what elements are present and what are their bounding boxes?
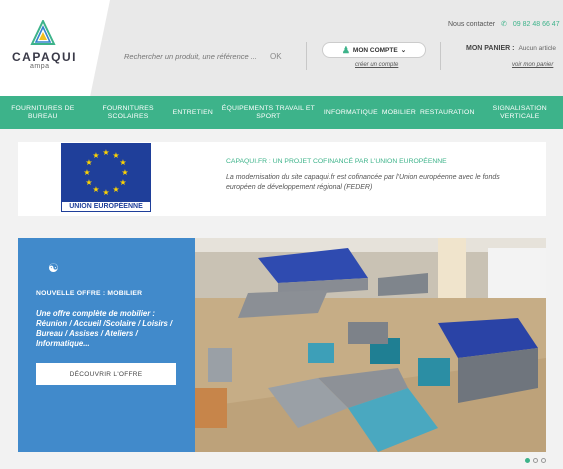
- nav-item-restauration[interactable]: RESTAURATION: [418, 109, 477, 117]
- carousel-dot-1[interactable]: [525, 458, 530, 463]
- logo-subtitle: ampa: [30, 63, 50, 70]
- main-nav: FOURNITURES DE BUREAU FOURNITURES SCOLAI…: [0, 96, 563, 129]
- nav-item-fournitures-scolaires[interactable]: FOURNITURES SCOLAIRES: [86, 105, 171, 121]
- cart-status: Aucun article: [518, 45, 557, 52]
- svg-text:★: ★: [102, 148, 109, 157]
- hero-slider: ☯ NOUVELLE OFFRE : MOBILIER Une offre co…: [18, 238, 546, 452]
- carousel-dots: [525, 458, 546, 463]
- divider: [306, 42, 307, 70]
- my-account-button[interactable]: ♟ MON COMPTE ⌄: [322, 42, 426, 58]
- svg-text:★: ★: [121, 168, 128, 177]
- cart-summary: MON PANIER : Aucun article: [466, 45, 556, 52]
- svg-text:★: ★: [112, 185, 119, 194]
- nav-item-fournitures-bureau[interactable]: FOURNITURES DE BUREAU: [0, 105, 86, 121]
- carousel-dot-3[interactable]: [541, 458, 546, 463]
- svg-text:★: ★: [102, 188, 109, 197]
- svg-text:★: ★: [119, 178, 126, 187]
- svg-text:★: ★: [85, 178, 92, 187]
- cart-label: MON PANIER :: [466, 45, 515, 52]
- carousel-dot-2[interactable]: [533, 458, 538, 463]
- user-icon: ♟: [341, 44, 350, 55]
- nav-item-informatique[interactable]: INFORMATIQUE: [322, 109, 380, 117]
- chevron-down-icon: ⌄: [400, 47, 407, 54]
- site-header: CAPAQUI ampa OK ♟ MON COMPTE ⌄ créer un …: [0, 0, 563, 96]
- eu-flag-label: UNION EUROPÉENNE: [61, 201, 151, 212]
- logo-panel: CAPAQUI ampa: [0, 0, 110, 96]
- nav-item-entretien[interactable]: ENTRETIEN: [171, 109, 215, 117]
- create-account-link[interactable]: créer un compte: [355, 62, 398, 68]
- eu-title: CAPAQUI.FR : UN PROJET COFINANCÉ PAR L'U…: [226, 158, 447, 165]
- svg-text:★: ★: [92, 185, 99, 194]
- eu-flag-icon: ★ ★★ ★★★ ★★★ ★★★: [61, 143, 151, 201]
- my-account-label: MON COMPTE: [352, 46, 398, 54]
- eu-description: La modernisation du site capaqui.fr est …: [226, 174, 500, 191]
- contact-link[interactable]: Nous contacter: [448, 21, 495, 28]
- search-input[interactable]: [124, 51, 264, 61]
- search-bar: OK: [124, 44, 294, 68]
- search-ok-button[interactable]: OK: [270, 52, 282, 61]
- nav-item-mobilier[interactable]: MOBILIER: [380, 109, 418, 117]
- svg-text:★: ★: [119, 158, 126, 167]
- chair-icon: ☯: [48, 261, 59, 275]
- offer-kicker: NOUVELLE OFFRE : MOBILIER: [36, 290, 143, 297]
- svg-text:★: ★: [92, 151, 99, 160]
- logo-text[interactable]: CAPAQUI: [12, 50, 77, 64]
- phone-number[interactable]: 09 82 48 66 47: [513, 21, 560, 28]
- discover-offer-button[interactable]: DÉCOUVRIR L'OFFRE: [36, 363, 176, 385]
- view-cart-link[interactable]: voir mon panier: [512, 62, 553, 68]
- logo-icon[interactable]: [30, 20, 56, 46]
- eu-banner: ★ ★ ★ ★ ★ ★ ★ ★ ★ ★ ★ ★ UNION EUROPÉENNE CAPAQUI…: [18, 142, 546, 216]
- contact-info: Nous contacter ✆ 09 82 48 66 47: [448, 20, 560, 28]
- phone-icon: ✆: [501, 21, 507, 28]
- offer-panel: ☯ NOUVELLE OFFRE : MOBILIER Une offre co…: [18, 238, 195, 452]
- nav-item-signalisation[interactable]: SIGNALISATION VERTICALE: [477, 105, 563, 121]
- offer-description: Une offre complète de mobilier : Réunion…: [36, 309, 173, 348]
- svg-text:★: ★: [83, 168, 90, 177]
- nav-item-equipements[interactable]: ÉQUIPEMENTS TRAVAIL ET SPORT: [215, 105, 322, 121]
- divider: [440, 42, 441, 70]
